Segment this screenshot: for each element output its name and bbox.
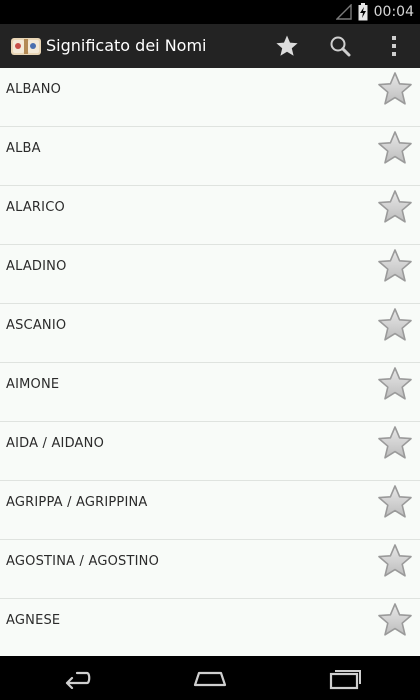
list-item[interactable]: AIMONE (0, 363, 420, 422)
recent-apps-icon (329, 670, 361, 690)
recent-apps-button[interactable] (310, 656, 380, 700)
name-label: ALARICO (6, 200, 65, 215)
name-label: AGOSTINA / AGOSTINO (6, 554, 160, 569)
list-item[interactable]: AIDA / AIDANO (0, 422, 420, 481)
signal-icon (335, 4, 352, 20)
search-button[interactable] (318, 24, 362, 68)
favorite-star-icon[interactable] (377, 130, 413, 166)
list-item[interactable]: AGRIPPA / AGRIPPINA (0, 481, 420, 540)
name-label: ALADINO (6, 259, 67, 274)
list-item[interactable]: AGNESE (0, 599, 420, 656)
list-item[interactable]: ALBANO (0, 68, 420, 127)
home-icon (193, 671, 227, 687)
name-label: ASCANIO (6, 318, 67, 333)
favorite-star-icon[interactable] (377, 189, 413, 225)
action-bar: Significato dei Nomi (0, 24, 420, 68)
list-item[interactable]: ASCANIO (0, 304, 420, 363)
home-button[interactable] (175, 656, 245, 700)
list-item[interactable]: ALARICO (0, 186, 420, 245)
favorites-button[interactable] (265, 24, 309, 68)
favorite-star-icon[interactable] (377, 484, 413, 520)
favorite-star-icon[interactable] (377, 602, 413, 638)
favorite-star-icon[interactable] (377, 366, 413, 402)
overflow-menu-icon (392, 36, 396, 56)
favorite-star-icon[interactable] (377, 425, 413, 461)
favorite-star-icon[interactable] (377, 307, 413, 343)
name-label: AIDA / AIDANO (6, 436, 105, 451)
list-item[interactable]: AGOSTINA / AGOSTINO (0, 540, 420, 599)
name-label: ALBANO (6, 82, 62, 97)
name-label: ALBA (6, 141, 41, 156)
back-button[interactable] (40, 656, 110, 700)
name-label: AGNESE (6, 613, 61, 628)
navigation-bar (0, 656, 420, 700)
favorite-star-icon[interactable] (377, 71, 413, 107)
status-icons: 00:04 (335, 0, 414, 24)
list-item[interactable]: ALADINO (0, 245, 420, 304)
names-book-logo-icon[interactable] (10, 35, 42, 57)
battery-charging-icon (358, 3, 368, 21)
name-label: AGRIPPA / AGRIPPINA (6, 495, 148, 510)
status-time: 00:04 (373, 4, 414, 20)
favorite-star-icon[interactable] (377, 543, 413, 579)
status-bar: 00:04 (0, 0, 420, 24)
favorite-star-icon[interactable] (377, 248, 413, 284)
app-title: Significato dei Nomi (46, 36, 207, 55)
list-item[interactable]: ALBA (0, 127, 420, 186)
overflow-menu-button[interactable] (372, 24, 416, 68)
names-list[interactable]: ALBANO ALBA ALARICO ALADINO ASCANIO AIMONE AID… (0, 68, 420, 656)
search-icon (330, 36, 351, 57)
name-label: AIMONE (6, 377, 60, 392)
back-icon (65, 671, 91, 689)
star-icon (276, 35, 298, 56)
